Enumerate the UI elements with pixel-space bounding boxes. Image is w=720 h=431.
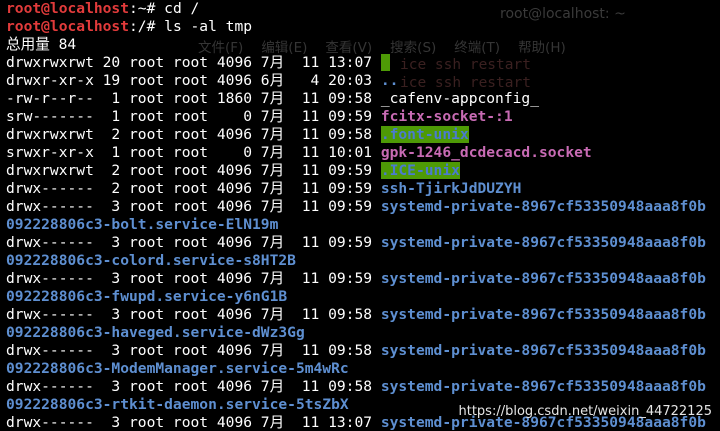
entry-meta: -rw-r--r-- 1 root root 1860 7月 11 09:58	[6, 90, 381, 107]
entry-meta: drwx------ 3 root root 4096 7月 11 09:58	[6, 378, 381, 395]
command-line: root@localhost:/# ls -al tmp	[6, 18, 706, 36]
entry-name: systemd-private-8967cf53350948aaa8f0b	[380, 270, 706, 287]
entry-meta: drwx------ 3 root root 4096 7月 11 09:59	[6, 234, 381, 251]
entry-meta: drwxr-xr-x 19 root root 4096 6月 4 20:03	[6, 72, 381, 89]
listing-entry-wrap: 092228806c3-ModemManager.service-5m4wRc	[6, 360, 706, 378]
terminal-output: root@localhost:~# cd / root@localhost:/#…	[6, 0, 706, 431]
terminal-window[interactable]: root@localhost: ~ 文件(F) 编辑(E) 查看(V) 搜索(S…	[0, 0, 720, 431]
entry-meta: srw------- 1 root root 0 7月 11 09:59	[6, 108, 381, 125]
entry-name: systemd-private-8967cf53350948aaa8f0b	[380, 378, 706, 395]
entry-name-continued: 092228806c3-bolt.service-ElN19m	[6, 216, 279, 233]
entry-meta: drwx------ 3 root root 4096 7月 11 09:59	[6, 270, 381, 287]
total-line: 总用量 84	[6, 36, 77, 53]
entry-name-continued: 092228806c3-rtkit-daemon.service-5tsZbX	[6, 396, 349, 413]
entry-meta: drwxrwxrwt 2 root root 4096 7月 11 09:59	[6, 162, 381, 179]
listing-entry-wrap: 092228806c3-haveged.service-dWz3Gg	[6, 324, 706, 342]
listing-entry: srwxr-xr-x 1 root root 0 7月 11 10:01 gpk…	[6, 144, 706, 162]
entry-name-continued: 092228806c3-haveged.service-dWz3Gg	[6, 324, 305, 341]
entry-name-continued: 092228806c3-fwupd.service-y6nG1B	[6, 288, 288, 305]
listing-entry: drwx------ 2 root root 4096 7月 11 09:59 …	[6, 180, 706, 198]
entry-name: systemd-private-8967cf53350948aaa8f0b	[380, 234, 706, 251]
entry-name: gpk-1246_dcdecacd.socket	[380, 144, 592, 161]
entry-meta: drwx------ 3 root root 4096 7月 11 09:59	[6, 198, 381, 215]
entry-meta: drwxrwxrwt 2 root root 4096 7月 11 09:58	[6, 126, 381, 143]
listing-entry: drwx------ 3 root root 4096 7月 11 09:58 …	[6, 378, 706, 396]
command-text: :~# cd /	[129, 0, 200, 17]
command-text: :/# ls -al tmp	[129, 18, 253, 35]
listing-entry: drwx------ 3 root root 4096 7月 11 09:59 …	[6, 198, 706, 216]
listing-entry: drwxrwxrwt 2 root root 4096 7月 11 09:59 …	[6, 162, 706, 180]
command-line: root@localhost:~# cd /	[6, 0, 706, 18]
listing-entry: drwx------ 3 root root 4096 7月 11 09:58 …	[6, 342, 706, 360]
entry-name: .	[380, 54, 390, 71]
entry-name: .font-unix	[380, 126, 469, 143]
listing-entry: drwxrwxrwt 20 root root 4096 7月 11 13:07…	[6, 54, 706, 72]
entry-name: _cafenv-appconfig_	[380, 90, 539, 107]
entry-name: systemd-private-8967cf53350948aaa8f0b	[380, 198, 706, 215]
entry-name: ..	[380, 72, 399, 89]
entry-meta: drwx------ 3 root root 4096 7月 11 09:58	[6, 306, 381, 323]
listing-entry-wrap: 092228806c3-colord.service-s8HT2B	[6, 252, 706, 270]
entry-name: fcitx-socket-:1	[380, 108, 513, 125]
listing-entry: drwx------ 3 root root 4096 7月 11 09:59 …	[6, 270, 706, 288]
entry-meta: drwx------ 3 root root 4096 7月 11 09:58	[6, 342, 381, 359]
entry-name: systemd-private-8967cf53350948aaa8f0b	[380, 342, 706, 359]
listing-entry: srw------- 1 root root 0 7月 11 09:59 fci…	[6, 108, 706, 126]
listing-entry: drwx------ 3 root root 4096 7月 11 09:58 …	[6, 306, 706, 324]
entry-name-continued: 092228806c3-ModemManager.service-5m4wRc	[6, 360, 349, 377]
prompt: root@localhost	[6, 0, 130, 17]
entry-meta: drwx------ 3 root root 4096 7月 11 13:07	[6, 414, 381, 431]
listing-entry: drwxrwxrwt 2 root root 4096 7月 11 09:58 …	[6, 126, 706, 144]
listing-entry: drwxr-xr-x 19 root root 4096 6月 4 20:03 …	[6, 72, 706, 90]
listing-entry-wrap: 092228806c3-fwupd.service-y6nG1B	[6, 288, 706, 306]
watermark: https://blog.csdn.net/weixin_44722125	[458, 404, 712, 419]
entry-meta: srwxr-xr-x 1 root root 0 7月 11 10:01	[6, 144, 381, 161]
entry-name-continued: 092228806c3-colord.service-s8HT2B	[6, 252, 296, 269]
listing-entry: -rw-r--r-- 1 root root 1860 7月 11 09:58 …	[6, 90, 706, 108]
entry-meta: drwxrwxrwt 20 root root 4096 7月 11 13:07	[6, 54, 381, 71]
entry-meta: drwx------ 2 root root 4096 7月 11 09:59	[6, 180, 381, 197]
entry-name: systemd-private-8967cf53350948aaa8f0b	[380, 306, 706, 323]
prompt: root@localhost	[6, 18, 130, 35]
entry-name: ssh-TjirkJdDUZYH	[380, 180, 522, 197]
listing-entry: drwx------ 3 root root 4096 7月 11 09:59 …	[6, 234, 706, 252]
listing-entry-wrap: 092228806c3-bolt.service-ElN19m	[6, 216, 706, 234]
entry-name: .ICE-unix	[380, 162, 460, 179]
